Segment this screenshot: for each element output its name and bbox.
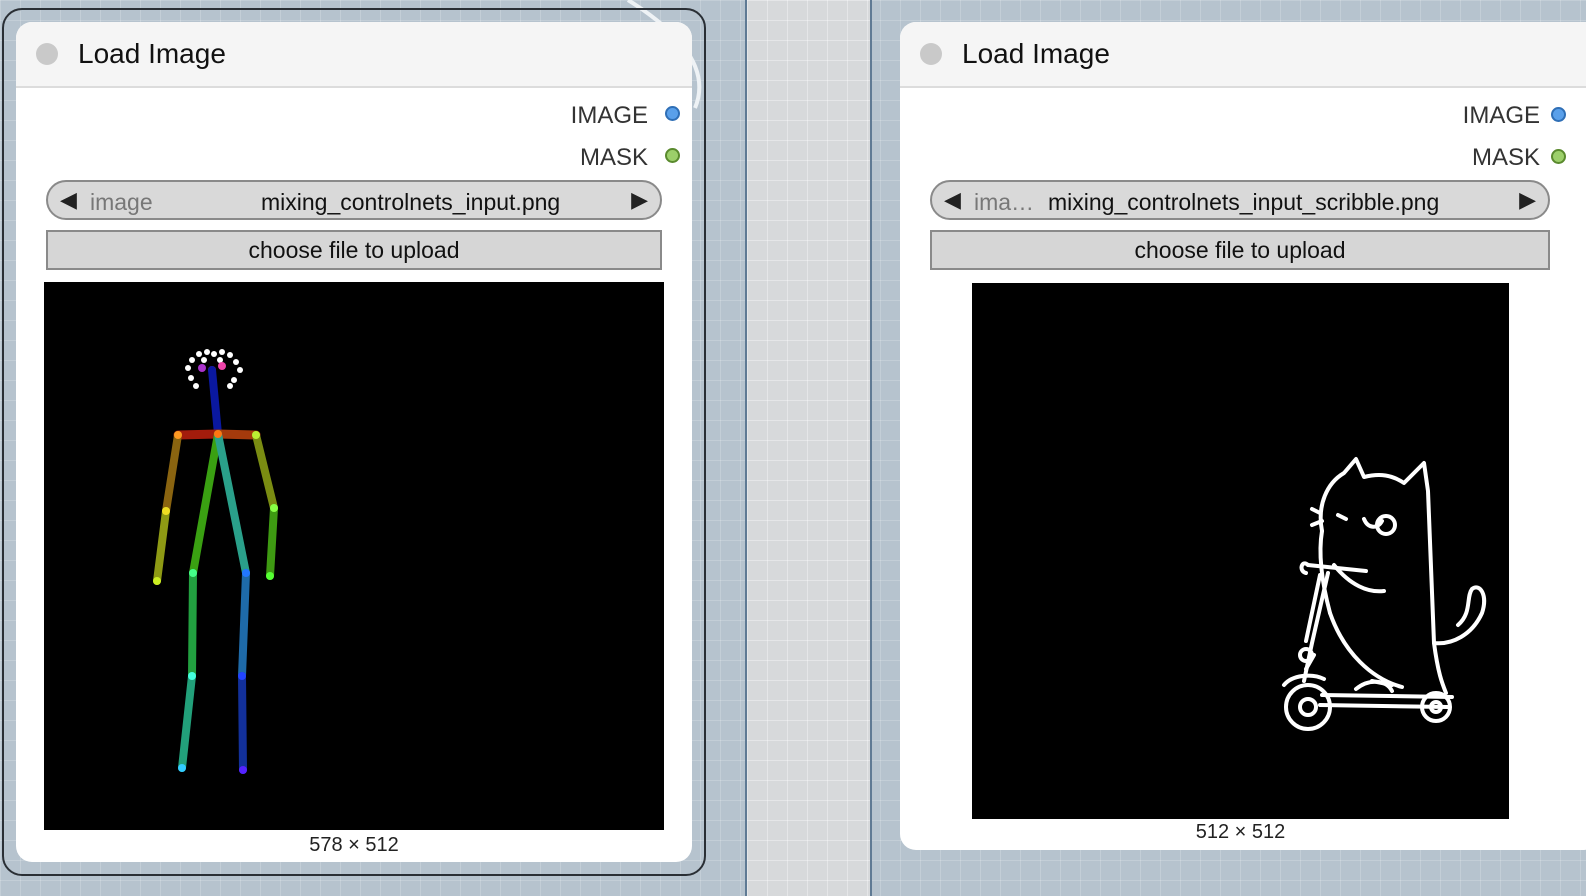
load-image-node-1[interactable]: Load Image IMAGE MASK ◀ image mixing_con… xyxy=(16,22,692,862)
node-title: Load Image xyxy=(962,38,1110,69)
output-label-mask: MASK xyxy=(579,144,648,171)
node-header[interactable]: Load Image xyxy=(16,22,692,88)
output-label-image: IMAGE xyxy=(1462,102,1540,129)
image-dimensions: 512 × 512 xyxy=(1195,821,1286,843)
upload-button[interactable]: choose file to upload xyxy=(46,230,662,270)
widget-label: image xyxy=(90,189,153,215)
widget-label: ima… xyxy=(974,189,1035,215)
image-combo-widget[interactable]: ◀ image mixing_controlnets_input.png ▶ xyxy=(46,180,662,220)
widget-value: mixing_controlnets_input.png xyxy=(261,189,561,215)
collapse-toggle-icon[interactable] xyxy=(920,43,942,65)
widget-value: mixing_controlnets_input_scribble.png xyxy=(1048,189,1440,215)
mask-output-socket[interactable] xyxy=(665,148,680,163)
image-output-socket[interactable] xyxy=(665,106,680,121)
load-image-node-2[interactable]: Load Image IMAGE MASK ◀ ima… mixing_cont… xyxy=(900,22,1586,850)
node-header[interactable]: Load Image xyxy=(900,22,1586,88)
image-combo-widget[interactable]: ◀ ima… mixing_controlnets_input_scribble… xyxy=(930,180,1550,220)
next-arrow-icon[interactable]: ▶ xyxy=(1519,187,1536,213)
mask-output-socket[interactable] xyxy=(1551,149,1566,164)
node-title: Load Image xyxy=(78,38,226,69)
upload-button[interactable]: choose file to upload xyxy=(930,230,1550,270)
next-arrow-icon[interactable]: ▶ xyxy=(631,187,648,213)
image-preview xyxy=(44,282,664,830)
output-label-image: IMAGE xyxy=(570,102,648,129)
prev-arrow-icon[interactable]: ◀ xyxy=(60,187,77,213)
prev-arrow-icon[interactable]: ◀ xyxy=(944,187,961,213)
output-label-mask: MASK xyxy=(1471,144,1540,171)
image-output-socket[interactable] xyxy=(1551,107,1566,122)
pose-skeleton-image xyxy=(153,349,278,774)
image-dimensions: 578 × 512 xyxy=(309,834,399,856)
collapse-toggle-icon[interactable] xyxy=(36,43,58,65)
image-preview xyxy=(972,283,1509,819)
scribble-cat-image xyxy=(1282,457,1487,731)
